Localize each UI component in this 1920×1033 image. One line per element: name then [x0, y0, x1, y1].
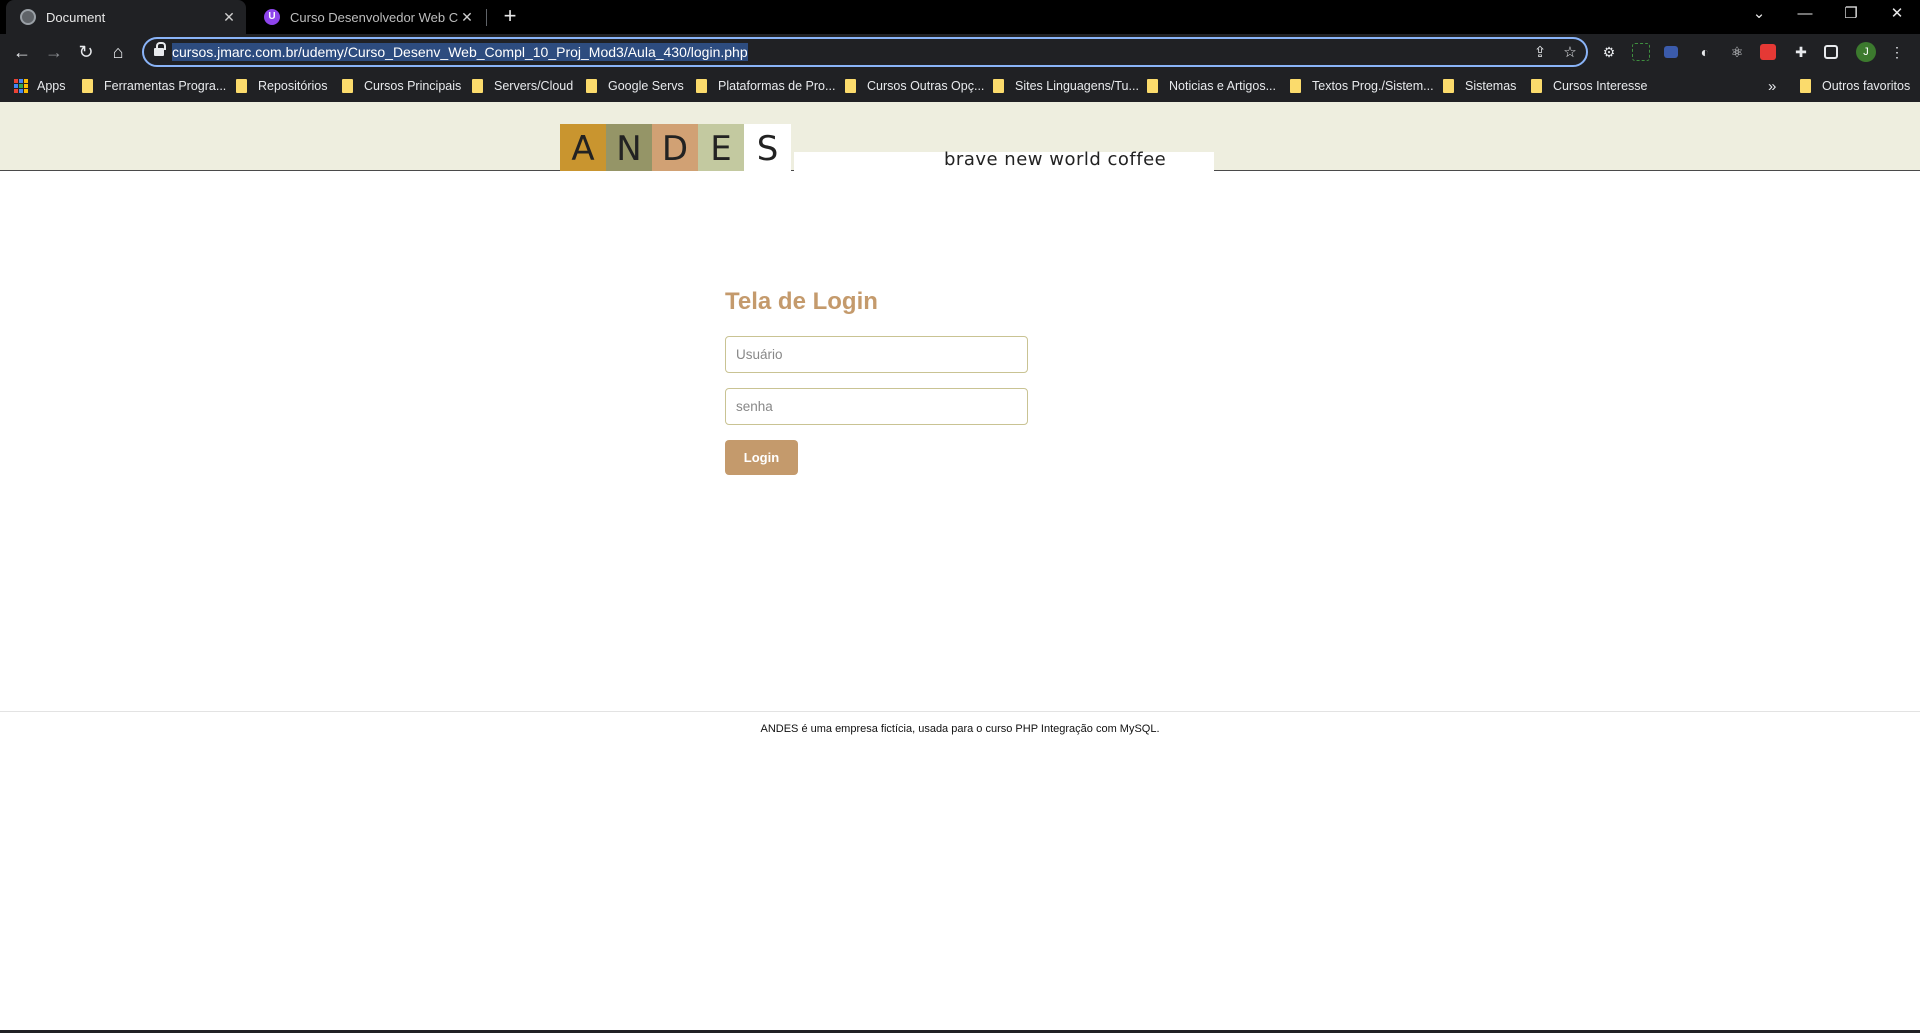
star-icon[interactable]: ☆: [1560, 43, 1580, 63]
bookmark-label: Repositórios: [258, 79, 328, 93]
profile-avatar[interactable]: J: [1856, 42, 1876, 62]
forward-arrow-icon[interactable]: →: [42, 40, 66, 64]
bookmark-label: Outros favoritos: [1822, 79, 1911, 93]
home-icon[interactable]: ⌂: [106, 40, 130, 64]
bookmark-label: Google Servs: [608, 79, 684, 93]
bookmark-folder[interactable]: Cursos Principais: [342, 77, 461, 95]
minimize-button[interactable]: —: [1782, 0, 1828, 30]
browser-tab-strip: Document ✕ U Curso Desenvolvedor Web Com…: [0, 0, 1920, 34]
folder-icon: [1800, 79, 1811, 93]
bookmark-folder[interactable]: Cursos Outras Opç...: [845, 77, 984, 95]
folder-icon: [82, 79, 93, 93]
footer-text: ANDES é uma empresa fictícia, usada para…: [760, 723, 1160, 735]
other-bookmarks[interactable]: Outros favoritos: [1800, 77, 1910, 95]
folder-icon: [342, 79, 353, 93]
bookmark-label: Cursos Interesse: [1553, 79, 1648, 93]
folder-icon: [1531, 79, 1542, 93]
logo-letter: D: [652, 124, 698, 171]
tagline-text: brave new world coffee: [944, 149, 1167, 170]
restore-button[interactable]: ❐: [1828, 0, 1874, 30]
andes-logo[interactable]: A N D E S: [560, 124, 791, 171]
bookmark-label: Sites Linguagens/Tu...: [1015, 79, 1139, 93]
reload-icon[interactable]: ↻: [74, 40, 98, 64]
bookmark-folder[interactable]: Google Servs: [586, 77, 684, 95]
new-tab-button[interactable]: +: [498, 5, 522, 29]
bookmark-label: Sistemas: [1465, 79, 1517, 93]
page-content: A N D E S brave new world coffee Tela de…: [0, 102, 1920, 1033]
login-button[interactable]: Login: [725, 440, 798, 475]
folder-icon: [993, 79, 1004, 93]
tab-title: Curso Desenvolvedor Web Comp: [290, 9, 458, 25]
site-footer: ANDES é uma empresa fictícia, usada para…: [0, 711, 1920, 741]
bookmark-label: Ferramentas Progra...: [104, 79, 227, 93]
logo-letter: A: [560, 124, 606, 171]
puzzle-extensions-icon[interactable]: ✚: [1792, 43, 1810, 61]
bookmark-folder[interactable]: Plataformas de Pro...: [696, 77, 835, 95]
bookmark-folder[interactable]: Ferramentas Progra...: [82, 77, 226, 95]
browser-toolbar: ← → ↻ ⌂ cursos.jmarc.com.br/udemy/Curso_…: [0, 34, 1920, 70]
folder-icon: [696, 79, 707, 93]
username-field[interactable]: [725, 336, 1028, 373]
window-extension-icon[interactable]: [1664, 46, 1678, 58]
globe-icon: [20, 9, 36, 25]
red-extension-icon[interactable]: [1760, 44, 1776, 60]
url-text[interactable]: cursos.jmarc.com.br/udemy/Curso_Desenv_W…: [172, 43, 748, 61]
bookmark-label: Cursos Principais: [364, 79, 462, 93]
bookmark-label: Textos Prog./Sistem...: [1312, 79, 1434, 93]
react-extension-icon[interactable]: ⚛: [1728, 43, 1746, 61]
tab-curso[interactable]: U Curso Desenvolvedor Web Comp ✕: [250, 0, 484, 34]
settings-extension-icon[interactable]: ⚙: [1600, 43, 1618, 61]
tab-document[interactable]: Document ✕: [6, 0, 246, 34]
tab-close-icon[interactable]: ✕: [220, 9, 238, 26]
udemy-icon: U: [264, 9, 280, 25]
password-field[interactable]: [725, 388, 1028, 425]
tagline-banner: brave new world coffee: [794, 149, 1214, 171]
tab-title: Document: [46, 9, 106, 25]
bookmark-folder[interactable]: Servers/Cloud: [472, 77, 573, 95]
tab-divider: [486, 9, 487, 26]
logo-letter: N: [606, 124, 652, 171]
side-panel-icon[interactable]: [1824, 45, 1838, 59]
apps-grid-icon: [14, 79, 28, 93]
address-bar[interactable]: cursos.jmarc.com.br/udemy/Curso_Desenv_W…: [142, 37, 1588, 67]
close-window-button[interactable]: ✕: [1874, 0, 1920, 30]
back-arrow-icon[interactable]: ←: [10, 40, 34, 64]
site-header: A N D E S brave new world coffee: [0, 102, 1920, 171]
bookmarks-overflow-button[interactable]: »: [1768, 77, 1776, 95]
logo-letter: S: [744, 124, 791, 171]
dark-mode-extension-icon[interactable]: ◐: [1696, 43, 1714, 61]
folder-icon: [472, 79, 483, 93]
folder-icon: [236, 79, 247, 93]
bookmark-apps[interactable]: Apps: [14, 77, 66, 95]
bookmark-folder[interactable]: Sites Linguagens/Tu...: [993, 77, 1139, 95]
folder-icon: [1290, 79, 1301, 93]
share-icon[interactable]: ⇪: [1530, 43, 1550, 63]
tab-search-icon[interactable]: ⌄: [1736, 0, 1782, 30]
bookmark-folder[interactable]: Cursos Interesse: [1531, 77, 1647, 95]
bookmark-label: Servers/Cloud: [494, 79, 574, 93]
bookmarks-bar: Apps Ferramentas Progra... Repositórios …: [0, 70, 1920, 102]
bookmark-label: Plataformas de Pro...: [718, 79, 836, 93]
folder-icon: [1147, 79, 1158, 93]
bookmark-label: Noticias e Artigos...: [1169, 79, 1276, 93]
screenshot-extension-icon[interactable]: [1632, 43, 1650, 61]
menu-kebab-icon[interactable]: ⋮: [1888, 43, 1906, 61]
logo-letter: E: [698, 124, 744, 171]
bookmark-folder[interactable]: Sistemas: [1443, 77, 1516, 95]
folder-icon: [1443, 79, 1454, 93]
bookmark-label: Apps: [37, 79, 66, 93]
lock-icon: [154, 42, 166, 57]
login-title: Tela de Login: [725, 288, 878, 315]
tab-close-icon[interactable]: ✕: [458, 9, 476, 26]
bookmark-folder[interactable]: Noticias e Artigos...: [1147, 77, 1276, 95]
bookmark-folder[interactable]: Textos Prog./Sistem...: [1290, 77, 1434, 95]
folder-icon: [586, 79, 597, 93]
bookmark-label: Cursos Outras Opç...: [867, 79, 985, 93]
folder-icon: [845, 79, 856, 93]
login-form: Tela de Login Login: [725, 288, 1028, 475]
bookmark-folder[interactable]: Repositórios: [236, 77, 327, 95]
